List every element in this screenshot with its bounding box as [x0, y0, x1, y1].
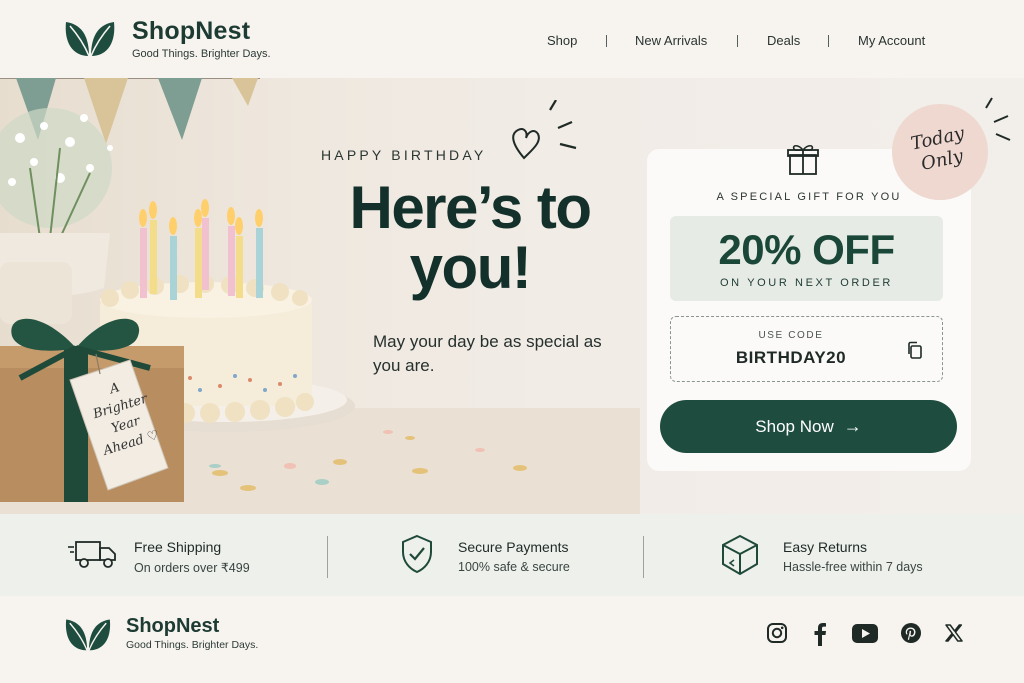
shield-check-icon [402, 534, 432, 574]
feature-title: Free Shipping [134, 539, 222, 555]
hero-title-line: you! [409, 234, 532, 301]
feature-desc: 100% safe & secure [458, 560, 570, 574]
facebook-icon[interactable] [811, 622, 829, 646]
box-return-icon [722, 534, 758, 576]
nav-deals[interactable]: Deals [767, 33, 800, 48]
hero-title-line: Here’s to [349, 174, 592, 241]
promo-code-box[interactable]: USE CODE BIRTHDAY20 [670, 316, 943, 382]
today-only-text: Today Only [888, 119, 991, 182]
truck-icon [68, 541, 116, 568]
nav-divider [828, 35, 829, 47]
hero-eyebrow: HAPPY BIRTHDAY [321, 147, 487, 163]
hero-banner: A Brighter Year Ahead ♡ HAPPY BIRTHDAY H… [0, 78, 1024, 514]
feature-desc: Hassle-free within 7 days [783, 560, 923, 574]
site-footer: ShopNest Good Things. Brighter Days. [0, 596, 1024, 683]
shop-now-button[interactable]: Shop Now → [660, 400, 957, 453]
nav-new-arrivals[interactable]: New Arrivals [635, 33, 707, 48]
feature-secure-payments: Secure Payments 100% safe & secure [400, 514, 630, 596]
leaf-logo-icon [65, 619, 111, 651]
instagram-icon[interactable] [766, 622, 788, 644]
nav-my-account[interactable]: My Account [858, 33, 925, 48]
site-header: ShopNest Good Things. Brighter Days. Sho… [0, 0, 1024, 78]
pinterest-icon[interactable] [900, 622, 922, 644]
discount-amount: 20% OFF [718, 226, 895, 273]
nav-divider [737, 35, 738, 47]
arrow-right-icon: → [843, 416, 862, 436]
copy-icon[interactable] [906, 341, 924, 359]
feature-easy-returns: Easy Returns Hassle-free within 7 days [720, 514, 980, 596]
discount-box: 20% OFF ON YOUR NEXT ORDER [670, 216, 943, 301]
footer-brand-link[interactable]: ShopNest Good Things. Brighter Days. [62, 614, 258, 654]
promo-code: BIRTHDAY20 [735, 348, 847, 367]
shop-now-label: Shop Now [755, 416, 834, 436]
x-icon[interactable] [944, 623, 964, 643]
feature-divider [327, 536, 328, 578]
feature-desc: On orders over ₹499 [134, 561, 250, 575]
nav-divider [606, 35, 607, 47]
features-strip: Free Shipping On orders over ₹499 Secure… [0, 514, 1024, 596]
hero-subtitle: May your day be as special as you are. [373, 332, 602, 375]
youtube-icon[interactable] [852, 624, 878, 643]
footer-tagline: Good Things. Brighter Days. [126, 639, 259, 651]
nav-shop[interactable]: Shop [547, 33, 577, 48]
feature-free-shipping: Free Shipping On orders over ₹499 [68, 514, 308, 596]
today-only-badge: Today Only [892, 104, 988, 200]
heart-doodle-icon [512, 100, 577, 160]
feature-title: Easy Returns [783, 539, 868, 555]
gift-icon [787, 144, 819, 175]
feature-divider [643, 536, 644, 578]
main-nav: Shop New Arrivals Deals My Account [0, 33, 1024, 51]
discount-note: ON YOUR NEXT ORDER [720, 277, 893, 289]
hero-title: Here’s to you! [320, 178, 620, 298]
feature-title: Secure Payments [458, 539, 569, 555]
footer-brand-name: ShopNest [126, 615, 220, 637]
code-label: USE CODE [758, 330, 824, 341]
sparkle-doodle-icon [985, 97, 1011, 141]
